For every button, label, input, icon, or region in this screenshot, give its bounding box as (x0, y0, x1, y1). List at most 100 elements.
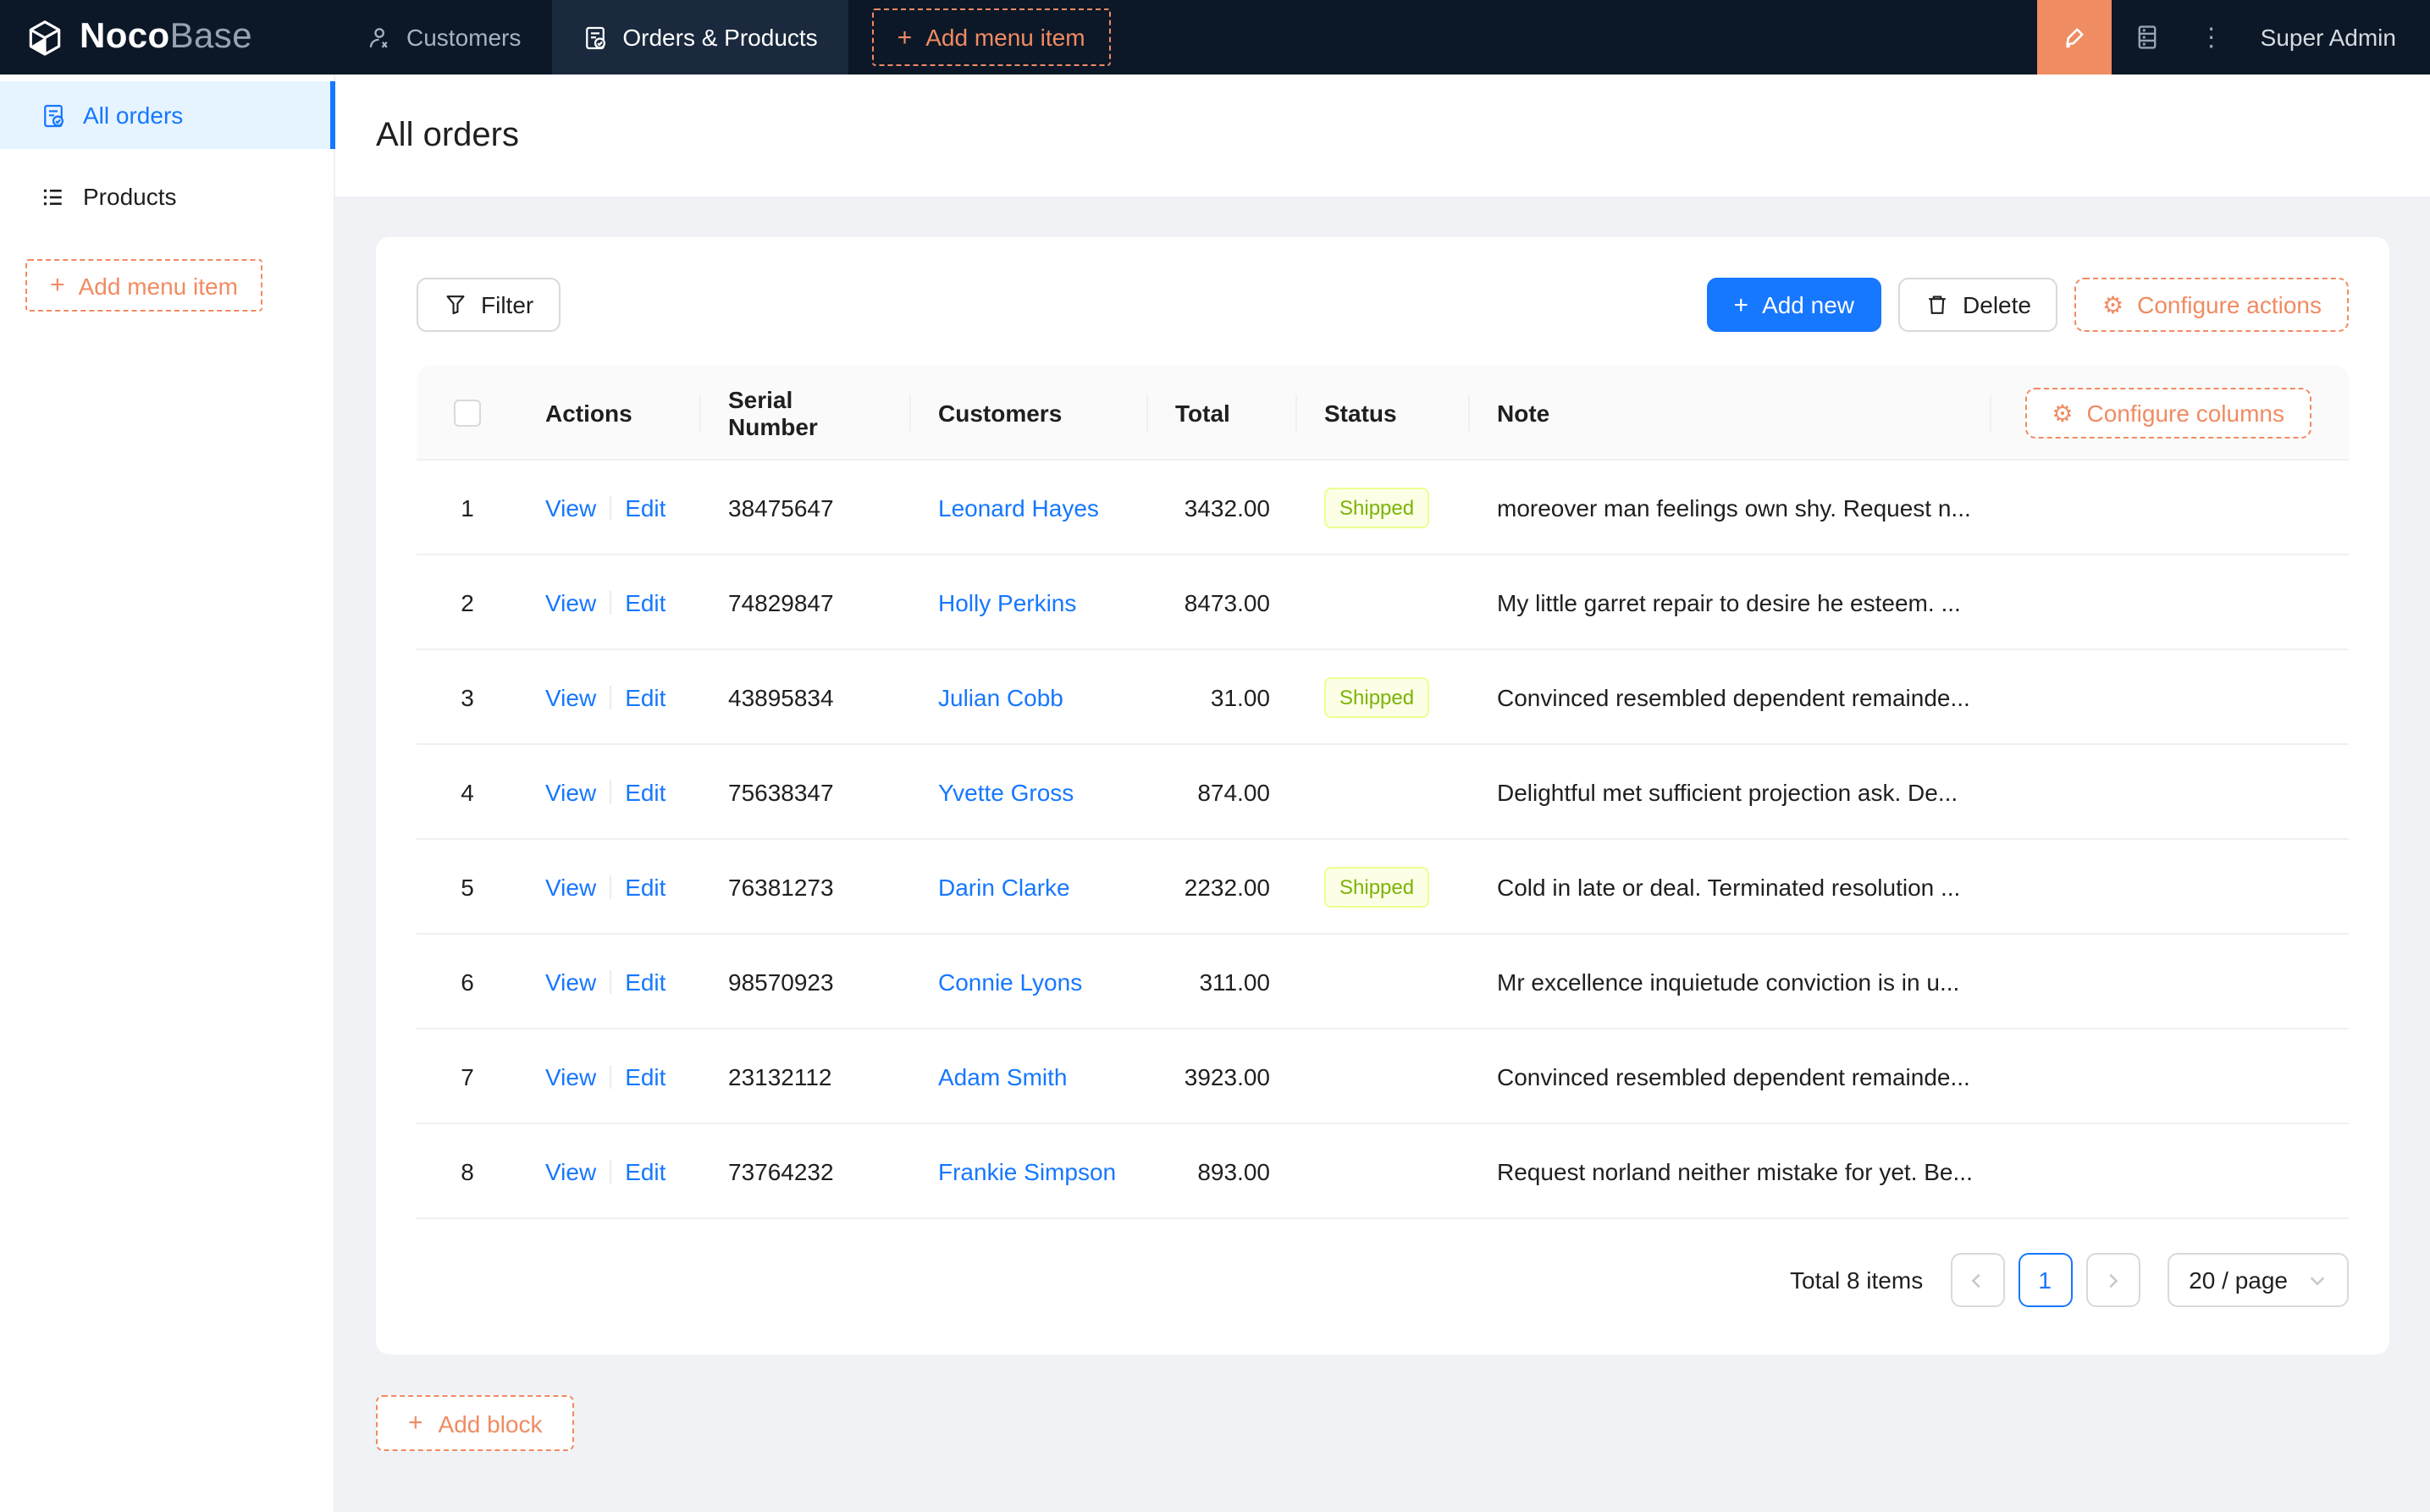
total-cell: 3923.00 (1184, 1062, 1270, 1090)
note-cell: Convinced resembled dependent remainde..… (1497, 683, 1970, 710)
actions-divider (610, 1159, 612, 1183)
view-link[interactable]: View (545, 1062, 596, 1090)
status-cell: Shipped (1297, 866, 1470, 907)
view-link[interactable]: View (545, 968, 596, 995)
column-header-status: Status (1297, 366, 1470, 459)
view-link[interactable]: View (545, 588, 596, 615)
row-actions: View Edit (518, 683, 701, 710)
total-cell: 3432.00 (1184, 494, 1270, 521)
actions-divider (610, 495, 612, 519)
sidebar-add-menu-item-button[interactable]: + Add menu item (25, 259, 262, 312)
serial-number-cell: 76381273 (728, 873, 834, 900)
sidebar-item-label: Products (83, 183, 177, 210)
highlighter-icon (2061, 24, 2088, 51)
row-index: 5 (461, 873, 474, 900)
edit-link[interactable]: Edit (625, 683, 665, 710)
status-tag: Shipped (1324, 487, 1430, 527)
row-actions: View Edit (518, 778, 701, 805)
edit-link[interactable]: Edit (625, 494, 665, 521)
actions-divider (610, 685, 612, 709)
note-cell: Request norland neither mistake for yet.… (1497, 1157, 1973, 1184)
view-link[interactable]: View (545, 683, 596, 710)
table-row: 5 View Edit 76381273 Darin Clarke 2232.0… (417, 840, 2349, 935)
total-cell: 311.00 (1199, 968, 1270, 995)
orders-table-card: Filter + Add new Delete ⚙ Configure acti… (376, 237, 2389, 1355)
sidebar: All orders Products + Add menu item (0, 74, 335, 1512)
nocobase-cube-icon (24, 16, 66, 58)
page-number-button[interactable]: 1 (2018, 1253, 2073, 1307)
ui-editor-button[interactable] (2036, 0, 2112, 74)
customer-link[interactable]: Darin Clarke (938, 873, 1070, 900)
serial-number-cell: 98570923 (728, 968, 834, 995)
row-index: 3 (461, 683, 474, 710)
nav-tab-orders-products[interactable]: Orders & Products (551, 0, 848, 74)
edit-link[interactable]: Edit (625, 1157, 665, 1184)
page-title: All orders (376, 116, 519, 153)
customer-link[interactable]: Julian Cobb (938, 683, 1063, 710)
chevron-right-icon (2103, 1271, 2122, 1289)
list-icon (41, 184, 66, 209)
row-index: 2 (461, 588, 474, 615)
column-header-customers: Customers (911, 366, 1148, 459)
customer-link[interactable]: Adam Smith (938, 1062, 1068, 1090)
more-options-button[interactable]: ⋮ (2183, 22, 2240, 52)
page-size-select[interactable]: 20 / page (2167, 1253, 2349, 1307)
total-cell: 8473.00 (1184, 588, 1270, 615)
customer-link[interactable]: Connie Lyons (938, 968, 1082, 995)
orders-icon (41, 102, 66, 128)
row-actions: View Edit (518, 968, 701, 995)
view-link[interactable]: View (545, 1157, 596, 1184)
configure-columns-button[interactable]: ⚙ Configure columns (2024, 387, 2311, 438)
table-row: 6 View Edit 98570923 Connie Lyons 311.00… (417, 935, 2349, 1029)
customer-link[interactable]: Holly Perkins (938, 588, 1076, 615)
main-content: All orders Filter + Add new Delete ⚙ Con… (335, 74, 2430, 1512)
sidebar-item-products[interactable]: Products (0, 163, 334, 230)
row-actions: View Edit (518, 1157, 701, 1184)
status-tag: Shipped (1324, 676, 1430, 717)
edit-link[interactable]: Edit (625, 873, 665, 900)
sidebar-item-all-orders[interactable]: All orders (0, 81, 335, 149)
plugin-manager-button[interactable] (2112, 0, 2183, 74)
view-link[interactable]: View (545, 873, 596, 900)
status-cell: Shipped (1297, 676, 1470, 717)
customer-link[interactable]: Leonard Hayes (938, 494, 1099, 521)
note-cell: moreover man feelings own shy. Request n… (1497, 494, 1971, 521)
column-header-note: Note (1470, 366, 1991, 459)
view-link[interactable]: View (545, 494, 596, 521)
edit-link[interactable]: Edit (625, 968, 665, 995)
plus-icon: + (50, 271, 65, 300)
top-nav: NocoBase Customers Orders & Products + A… (0, 0, 2430, 74)
toolbar-right-group: + Add new Delete ⚙ Configure actions (1706, 278, 2349, 332)
edit-link[interactable]: Edit (625, 588, 665, 615)
table-row: 7 View Edit 23132112 Adam Smith 3923.00 … (417, 1029, 2349, 1124)
nav-tab-customers[interactable]: Customers (335, 0, 551, 74)
add-new-button[interactable]: + Add new (1706, 278, 1882, 332)
configure-actions-button[interactable]: ⚙ Configure actions (2074, 278, 2349, 332)
nocobase-logo: NocoBase (0, 0, 335, 74)
view-link[interactable]: View (545, 778, 596, 805)
edit-link[interactable]: Edit (625, 1062, 665, 1090)
nav-add-menu-item-button[interactable]: + Add menu item (871, 8, 1111, 66)
current-user-menu[interactable]: Super Admin (2240, 24, 2430, 51)
previous-page-button[interactable] (1950, 1253, 2005, 1307)
select-all-checkbox[interactable] (454, 399, 481, 426)
gear-icon: ⚙ (2052, 399, 2074, 426)
note-cell: My little garret repair to desire he est… (1497, 588, 1961, 615)
server-stack-icon (2134, 24, 2161, 51)
chevron-left-icon (1968, 1271, 1986, 1289)
filter-button[interactable]: Filter (417, 278, 561, 332)
total-cell: 893.00 (1197, 1157, 1270, 1184)
customer-link[interactable]: Yvette Gross (938, 778, 1074, 805)
edit-link[interactable]: Edit (625, 778, 665, 805)
status-cell: Shipped (1297, 487, 1470, 527)
delete-button[interactable]: Delete (1898, 278, 2058, 332)
app-root: NocoBase Customers Orders & Products + A… (0, 0, 2430, 1512)
serial-number-cell: 75638347 (728, 778, 834, 805)
serial-number-cell: 43895834 (728, 683, 834, 710)
pagination: Total 8 items 1 20 / page (417, 1253, 2349, 1307)
next-page-button[interactable] (2085, 1253, 2140, 1307)
table-row: 3 View Edit 43895834 Julian Cobb 31.00 S… (417, 650, 2349, 745)
actions-divider (610, 875, 612, 898)
customer-link[interactable]: Frankie Simpson (938, 1157, 1116, 1184)
add-block-button[interactable]: + Add block (376, 1395, 575, 1451)
